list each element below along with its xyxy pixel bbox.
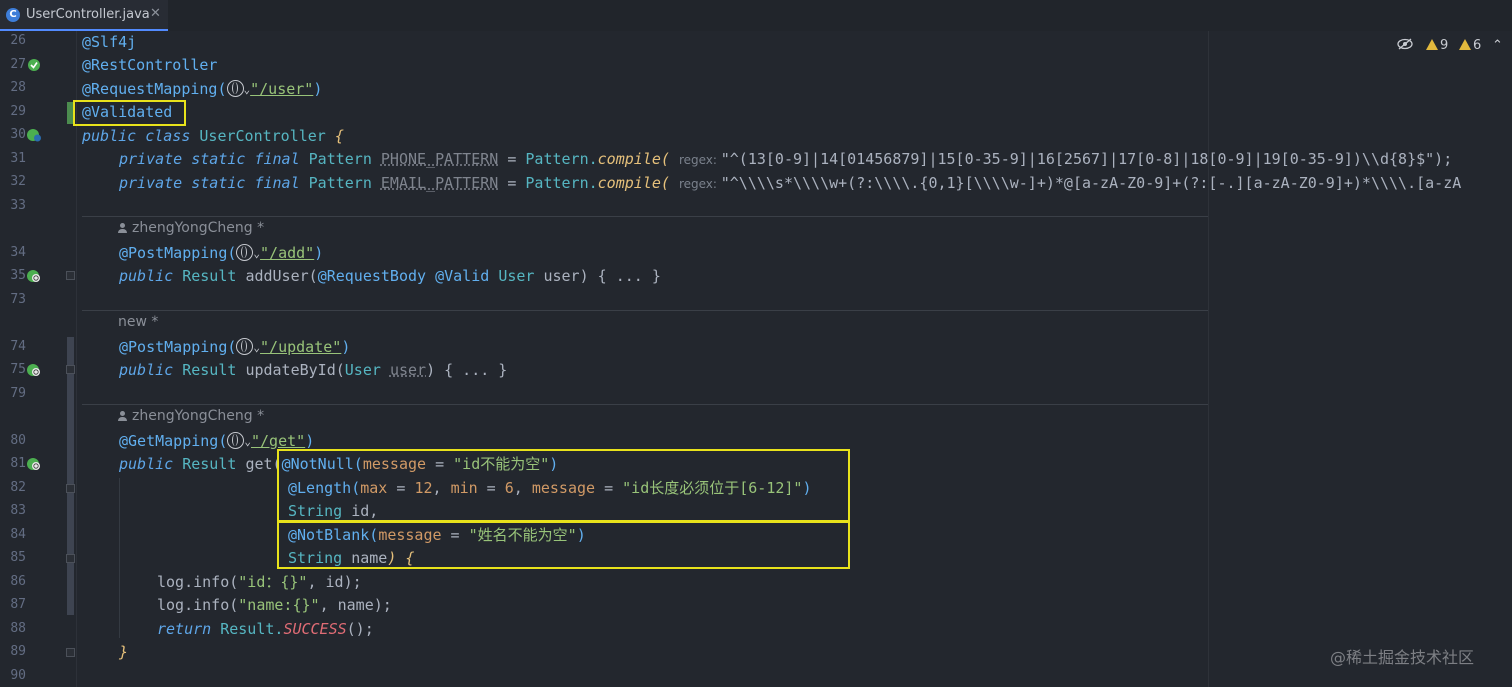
line-number: 26: [10, 33, 26, 48]
highlight-box-name-constraints: [277, 521, 850, 569]
code-line-87: log.info("name:{}", name);: [157, 596, 392, 614]
line-number: 32: [10, 174, 26, 189]
gutter: 26 27 28 29 30 31 32 33 34 35 73 74 75 7…: [0, 31, 77, 687]
line-number: 88: [10, 621, 26, 636]
highlight-box-validated: [73, 100, 186, 126]
code-line-88: return Result.SUCCESS();: [157, 620, 374, 638]
spring-bean-icon[interactable]: [26, 128, 42, 142]
line-number: 30: [10, 127, 26, 142]
right-margin-line: [1208, 31, 1209, 687]
author-inlay[interactable]: zhengYongCheng *: [118, 220, 264, 236]
fold-icon[interactable]: [66, 484, 75, 493]
line-number: 28: [10, 80, 26, 95]
parameter-hint: regex:: [678, 153, 721, 167]
person-icon: [118, 223, 127, 233]
line-number: 33: [10, 198, 26, 213]
line-number: 86: [10, 574, 26, 589]
fold-icon[interactable]: [66, 648, 75, 657]
line-number: 35: [10, 268, 26, 283]
weak-warning-icon: [1459, 39, 1471, 50]
line-number: 80: [10, 433, 26, 448]
code-editor[interactable]: 26 27 28 29 30 31 32 33 34 35 73 74 75 7…: [0, 31, 1512, 687]
watermark: @稀土掘金技术社区: [1330, 648, 1475, 667]
folded-code[interactable]: ) { ... }: [426, 361, 507, 379]
chevron-down-icon[interactable]: ⌄: [244, 435, 251, 448]
editor-tab-bar: C UserController.java ✕: [0, 0, 1512, 32]
chevron-up-icon[interactable]: ⌃: [1492, 38, 1503, 53]
code-line-32: private static final Pattern EMAIL_PATTE…: [119, 174, 1462, 192]
line-number: 75: [10, 362, 26, 377]
code-line-75: public Result updateById(User user) { ..…: [119, 361, 508, 379]
code-line-74: @PostMapping(⌄"/update"): [119, 338, 351, 356]
person-icon: [118, 411, 127, 421]
method-separator: [82, 216, 1208, 217]
line-number: 84: [10, 527, 26, 542]
method-separator: [82, 310, 1208, 311]
code-line-86: log.info("id：{}", id);: [157, 573, 362, 591]
line-number: 27: [10, 57, 26, 72]
line-number: 79: [10, 386, 26, 401]
fold-icon[interactable]: [66, 554, 75, 563]
folded-code[interactable]: ) { ... }: [580, 267, 661, 285]
line-number: 31: [10, 151, 26, 166]
line-number: 73: [10, 292, 26, 307]
code-line-27: @RestController: [82, 56, 218, 74]
method-separator: [82, 404, 1208, 405]
java-class-icon: C: [6, 8, 20, 22]
line-number: 74: [10, 339, 26, 354]
line-number: 89: [10, 644, 26, 659]
endpoint-globe-icon[interactable]: [26, 269, 42, 283]
line-number: 82: [10, 480, 26, 495]
vcs-change-marker[interactable]: [67, 337, 74, 615]
code-line-35: public Result addUser(@RequestBody @Vali…: [119, 267, 661, 285]
author-inlay[interactable]: new *: [118, 314, 158, 330]
endpoint-globe-icon[interactable]: [26, 457, 42, 471]
reader-mode-eye-icon[interactable]: [1397, 38, 1413, 50]
spring-bean-icon[interactable]: [26, 58, 42, 72]
code-line-34: @PostMapping(⌄"/add"): [119, 244, 324, 262]
tab-usercontroller[interactable]: C UserController.java ✕: [0, 0, 168, 31]
code-line-89: }: [119, 643, 129, 661]
warning-icon: [1426, 39, 1438, 50]
globe-icon[interactable]: [226, 80, 244, 97]
close-icon[interactable]: ✕: [150, 6, 161, 21]
line-number: 85: [10, 550, 26, 565]
weak-warning-count[interactable]: 6: [1459, 38, 1481, 53]
fold-icon[interactable]: [66, 271, 75, 280]
line-number: 34: [10, 245, 26, 260]
highlight-box-id-constraints: [277, 449, 850, 522]
tab-label: UserController.java: [26, 7, 150, 22]
author-inlay[interactable]: zhengYongCheng *: [118, 408, 264, 424]
fold-icon[interactable]: [66, 365, 75, 374]
parameter-hint: regex:: [678, 177, 721, 191]
globe-icon[interactable]: [236, 338, 254, 355]
globe-icon[interactable]: [227, 432, 245, 449]
endpoint-globe-icon[interactable]: [26, 363, 42, 377]
inspection-widget[interactable]: [1397, 38, 1413, 53]
code-line-30: public class UserController {: [82, 127, 344, 145]
line-number: 81: [10, 456, 26, 471]
line-number: 83: [10, 503, 26, 518]
line-number: 90: [10, 668, 26, 683]
warning-count[interactable]: 9: [1426, 38, 1448, 53]
code-line-31: private static final Pattern PHONE_PATTE…: [119, 150, 1453, 168]
globe-icon[interactable]: [236, 244, 254, 261]
code-line-28: @RequestMapping(⌄"/user"): [82, 80, 323, 98]
line-number: 87: [10, 597, 26, 612]
indent-guide: [119, 478, 120, 638]
code-line-26: @Slf4j: [82, 33, 137, 51]
line-number: 29: [10, 104, 26, 119]
